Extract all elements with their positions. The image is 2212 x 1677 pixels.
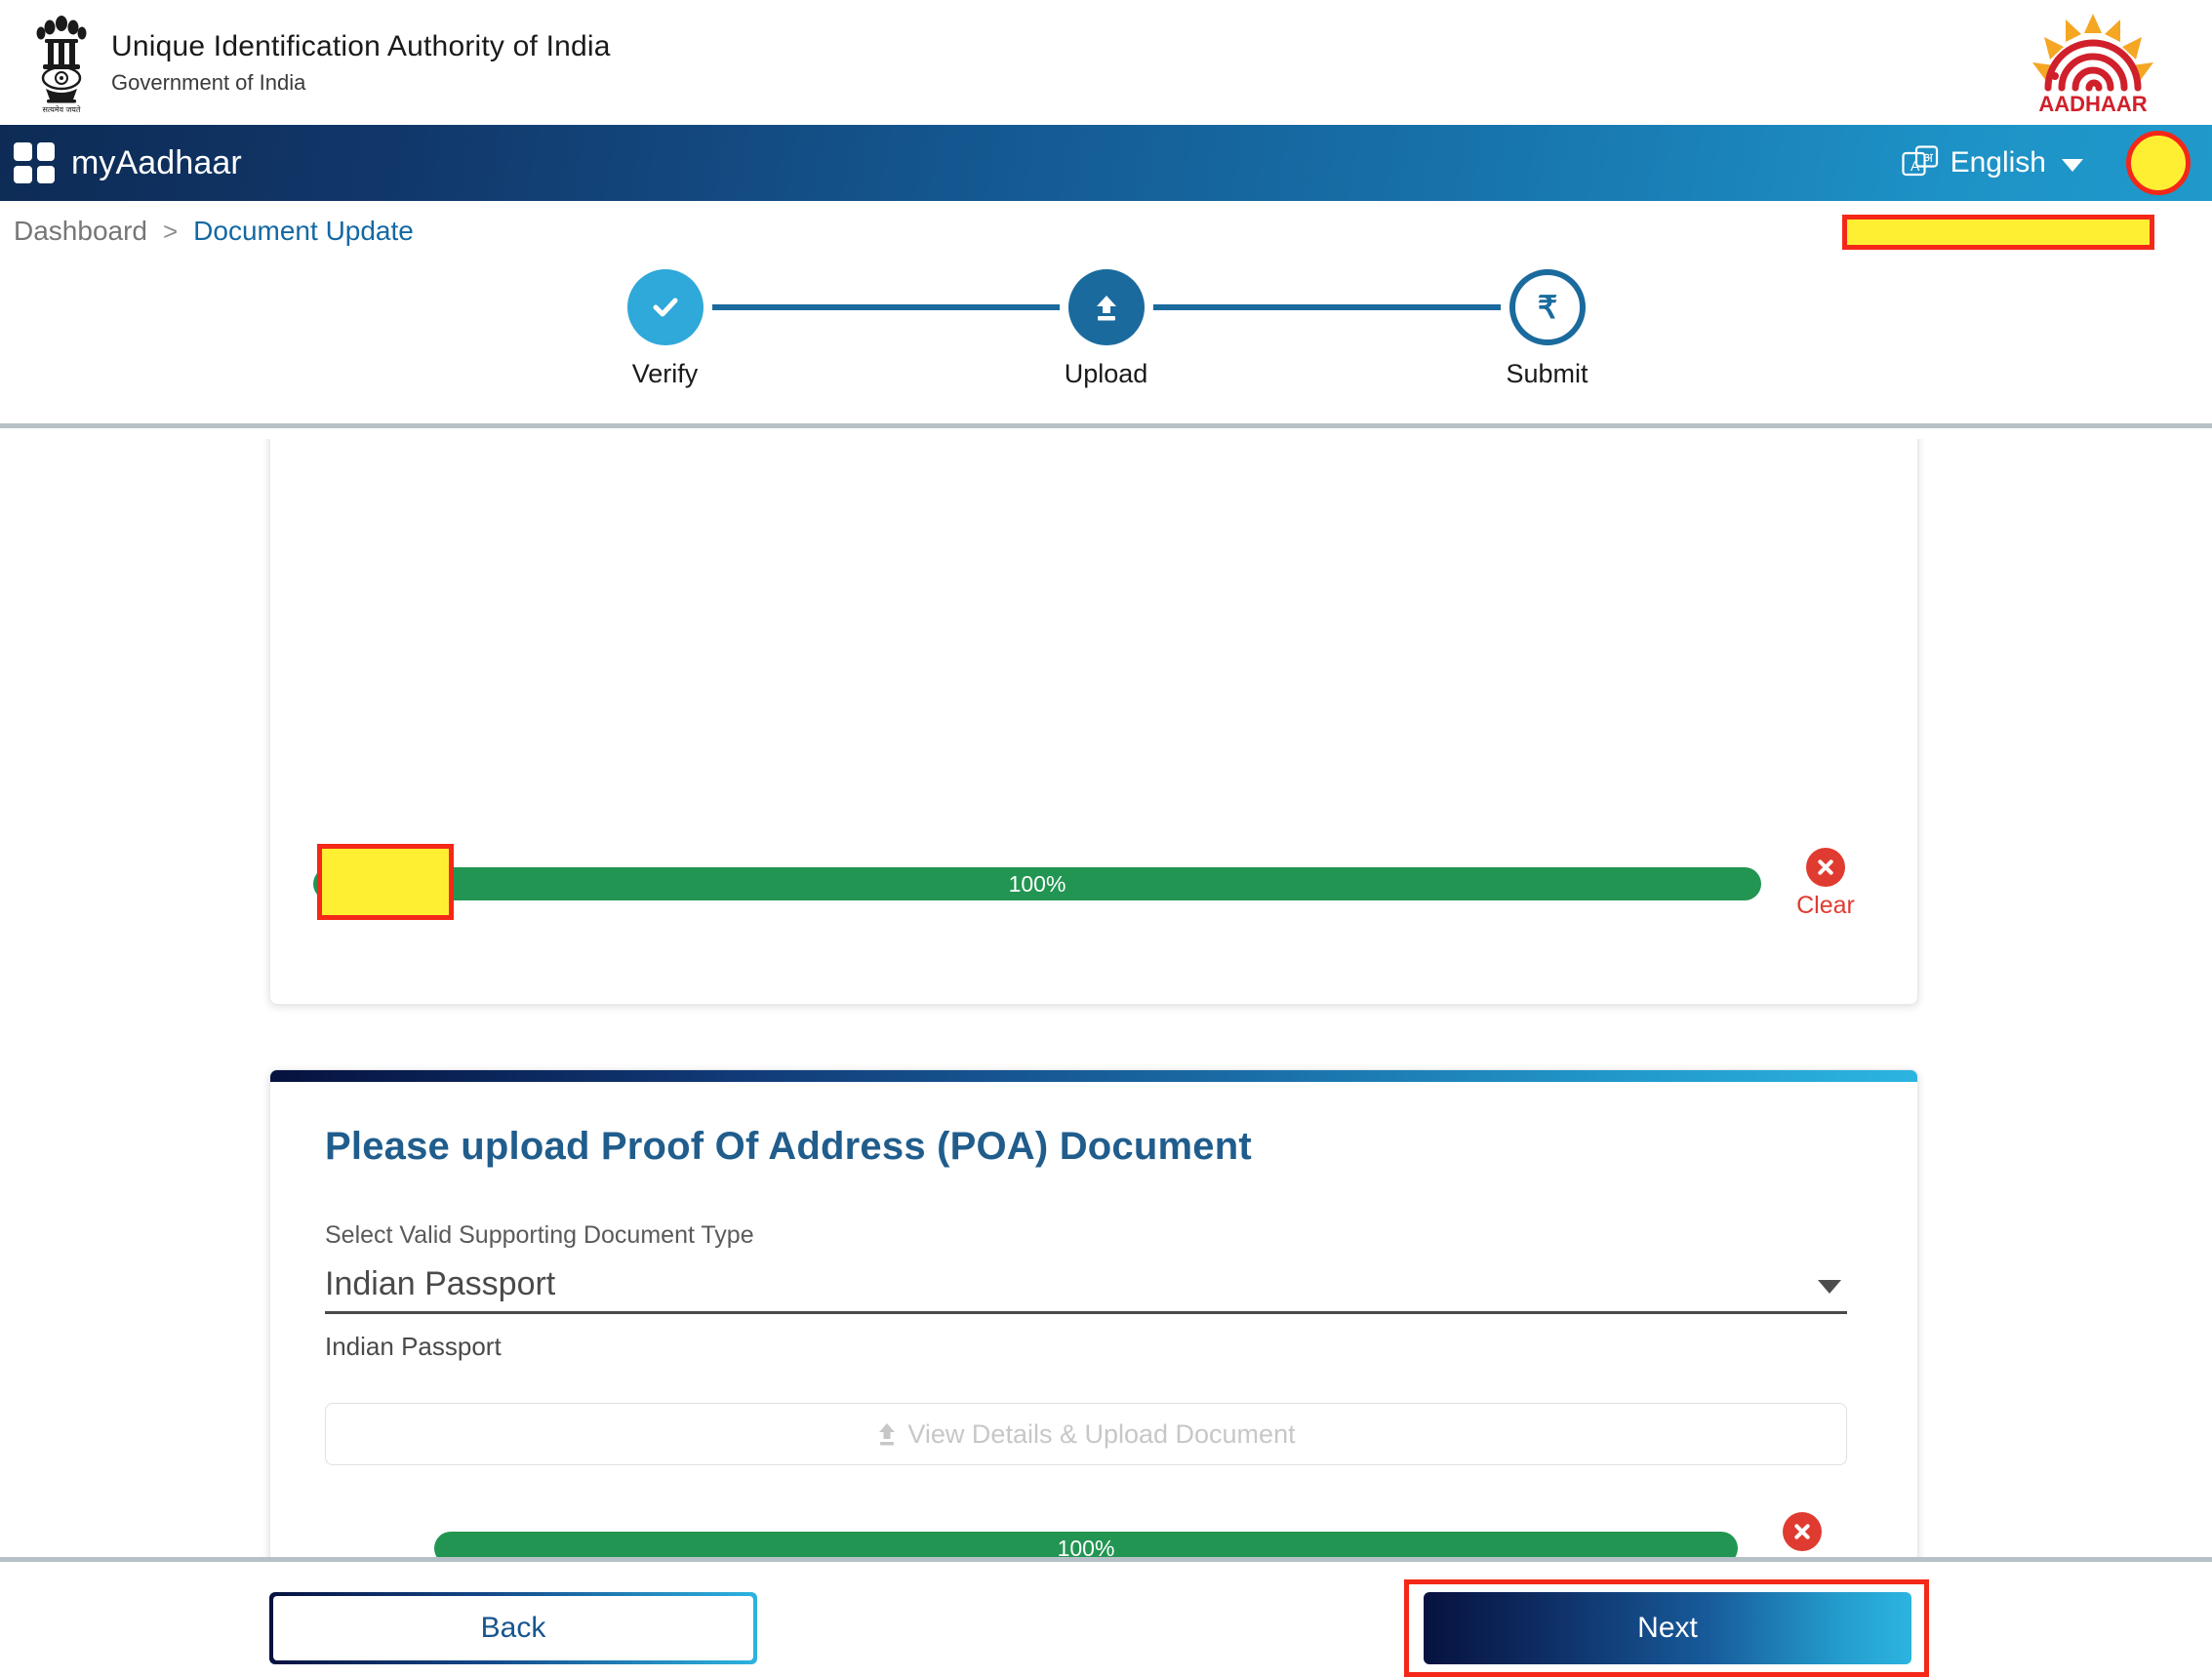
national-emblem-icon: सत्यमेव जयते (36, 15, 87, 114)
stepper-connector-2 (1152, 304, 1501, 310)
check-icon (653, 298, 677, 317)
svg-text:सत्यमेव जयते: सत्यमेव जयते (43, 104, 81, 114)
step-verify-circle (626, 269, 704, 345)
close-circle-icon[interactable] (1806, 848, 1845, 887)
card-accent-stripe (270, 1070, 1917, 1082)
breadcrumb-dashboard[interactable]: Dashboard (14, 216, 147, 247)
step-submit-label: Submit (1506, 359, 1589, 388)
step-upload-circle (1067, 269, 1145, 345)
chevron-down-icon (1818, 1280, 1841, 1294)
breadcrumb-separator: > (162, 216, 179, 246)
avatar[interactable] (2126, 131, 2191, 195)
document-type-value: Indian Passport (325, 1265, 556, 1302)
upload-arrow-icon (879, 1422, 896, 1445)
breadcrumb-document-update[interactable]: Document Update (193, 216, 414, 247)
redacted-poi-filename (317, 844, 454, 920)
footer-actions: Back Next (0, 1562, 2212, 1677)
upload-button-label: View Details & Upload Document (907, 1418, 1296, 1449)
translate-icon: A अ (1901, 145, 1938, 177)
step-submit[interactable]: ₹ Submit (1501, 269, 1594, 389)
next-button[interactable]: Next (1424, 1592, 1911, 1664)
aadhaar-wordmark: AADHAAR (2038, 92, 2147, 116)
gov-subtitle: Government of India (111, 70, 306, 96)
main-navbar: myAadhaar A अ English (0, 125, 2212, 201)
aadhaar-logo-icon: AADHAAR (2032, 14, 2153, 116)
chevron-down-icon (2062, 158, 2083, 172)
svg-text:अ: अ (1923, 150, 1934, 165)
language-selector[interactable]: A अ English (1901, 145, 2083, 180)
step-verify[interactable]: Verify (619, 269, 712, 389)
language-label: English (1950, 146, 2046, 179)
brand-logo[interactable]: myAadhaar (14, 142, 242, 183)
step-verify-label: Verify (631, 359, 699, 388)
redacted-user-name (1842, 215, 2154, 250)
document-type-select[interactable]: Indian Passport (325, 1265, 1847, 1314)
back-button[interactable]: Back (269, 1592, 757, 1664)
poa-upload-card: Please upload Proof Of Address (POA) Doc… (269, 1069, 1918, 1618)
poi-progress-bar: 100% (313, 867, 1761, 900)
back-button-label: Back (273, 1596, 753, 1660)
poi-progress-row: 100% Clear (270, 848, 1917, 920)
step-upload[interactable]: Upload (1060, 269, 1153, 389)
svg-text:A: A (1910, 158, 1920, 174)
svg-text:₹: ₹ (1537, 290, 1556, 325)
government-header: सत्यमेव जयते Unique Identification Autho… (0, 0, 2212, 125)
stepper-connector-1 (711, 304, 1060, 310)
document-type-label: Select Valid Supporting Document Type (325, 1221, 754, 1249)
sticky-header-divider (0, 423, 2212, 428)
brand-name: myAadhaar (71, 143, 242, 181)
view-details-upload-button[interactable]: View Details & Upload Document (325, 1403, 1847, 1465)
rupee-icon: ₹ (1537, 290, 1556, 325)
document-type-helper: Indian Passport (325, 1332, 502, 1361)
close-circle-icon[interactable] (1783, 1512, 1822, 1551)
grid-menu-icon[interactable] (14, 142, 55, 183)
step-submit-circle: ₹ (1508, 269, 1586, 345)
poi-upload-card: 100% Clear (269, 419, 1918, 1005)
poi-progress-percent: 100% (1008, 870, 1066, 897)
upload-arrow-icon (1096, 296, 1116, 321)
step-upload-label: Upload (1064, 359, 1148, 388)
progress-stepper: Verify Upload ₹ Submit (0, 261, 2212, 439)
poa-heading: Please upload Proof Of Address (POA) Doc… (325, 1125, 1252, 1168)
poi-clear-button[interactable]: Clear (1777, 848, 1874, 920)
poi-clear-label: Clear (1796, 892, 1855, 919)
gov-title: Unique Identification Authority of India (111, 29, 611, 62)
